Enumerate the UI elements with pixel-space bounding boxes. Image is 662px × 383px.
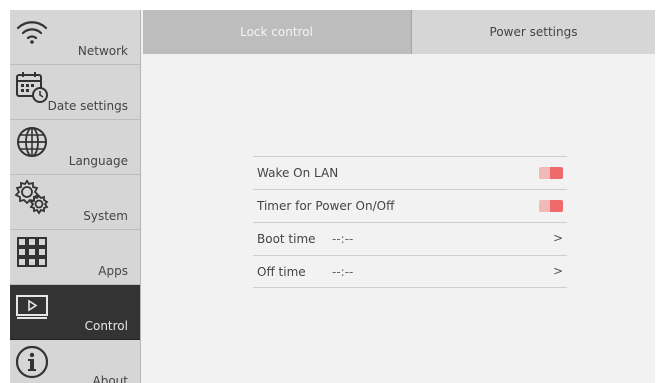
sidebar-item-label: System xyxy=(83,209,128,223)
off-time-value: --:-- xyxy=(332,265,354,279)
tab-power-settings[interactable]: Power settings xyxy=(411,10,655,54)
sidebar-item-about[interactable]: About xyxy=(10,340,140,383)
sidebar-item-label: Language xyxy=(68,154,128,168)
wake-on-lan-row: Wake On LAN xyxy=(253,156,567,189)
toggle-knob xyxy=(550,200,563,212)
timer-power-row: Timer for Power On/Off xyxy=(253,189,567,222)
tab-lock-control[interactable]: Lock control xyxy=(143,10,410,54)
sidebar: Network Date settings Language System Ap… xyxy=(10,10,141,383)
boot-time-row[interactable]: Boot time --:-- > xyxy=(253,222,567,255)
power-settings-list: Wake On LAN Timer for Power On/Off Boot … xyxy=(253,156,567,288)
sidebar-item-label: Apps xyxy=(98,264,128,278)
sidebar-item-control[interactable]: Control xyxy=(10,285,140,340)
calendar-clock-icon xyxy=(13,68,51,106)
info-icon xyxy=(13,343,51,381)
sidebar-item-label: About xyxy=(92,374,128,383)
sidebar-item-label: Date settings xyxy=(47,99,128,113)
tab-bar: Lock control Power settings xyxy=(143,10,655,54)
gears-icon xyxy=(13,178,51,216)
sidebar-item-date-settings[interactable]: Date settings xyxy=(10,65,140,120)
boot-time-label: Boot time xyxy=(257,232,316,246)
sidebar-item-label: Control xyxy=(84,319,128,333)
screen-play-icon xyxy=(13,288,51,326)
settings-window: Network Date settings Language System Ap… xyxy=(10,10,655,383)
wake-on-lan-label: Wake On LAN xyxy=(257,166,339,180)
sidebar-item-network[interactable]: Network xyxy=(10,10,140,65)
sidebar-item-apps[interactable]: Apps xyxy=(10,230,140,285)
chevron-right-icon: > xyxy=(552,264,563,278)
wifi-icon xyxy=(13,13,51,51)
sidebar-item-label: Network xyxy=(77,44,128,58)
sidebar-item-language[interactable]: Language xyxy=(10,120,140,175)
chevron-right-icon: > xyxy=(552,231,563,245)
off-time-row[interactable]: Off time --:-- > xyxy=(253,255,567,288)
boot-time-value: --:-- xyxy=(332,232,354,246)
timer-power-toggle[interactable] xyxy=(539,200,563,212)
off-time-label: Off time xyxy=(257,265,306,279)
sidebar-item-system[interactable]: System xyxy=(10,175,140,230)
toggle-knob xyxy=(550,167,563,179)
wake-on-lan-toggle[interactable] xyxy=(539,167,563,179)
grid-icon xyxy=(13,233,51,271)
globe-icon xyxy=(13,123,51,161)
timer-power-label: Timer for Power On/Off xyxy=(257,199,395,213)
